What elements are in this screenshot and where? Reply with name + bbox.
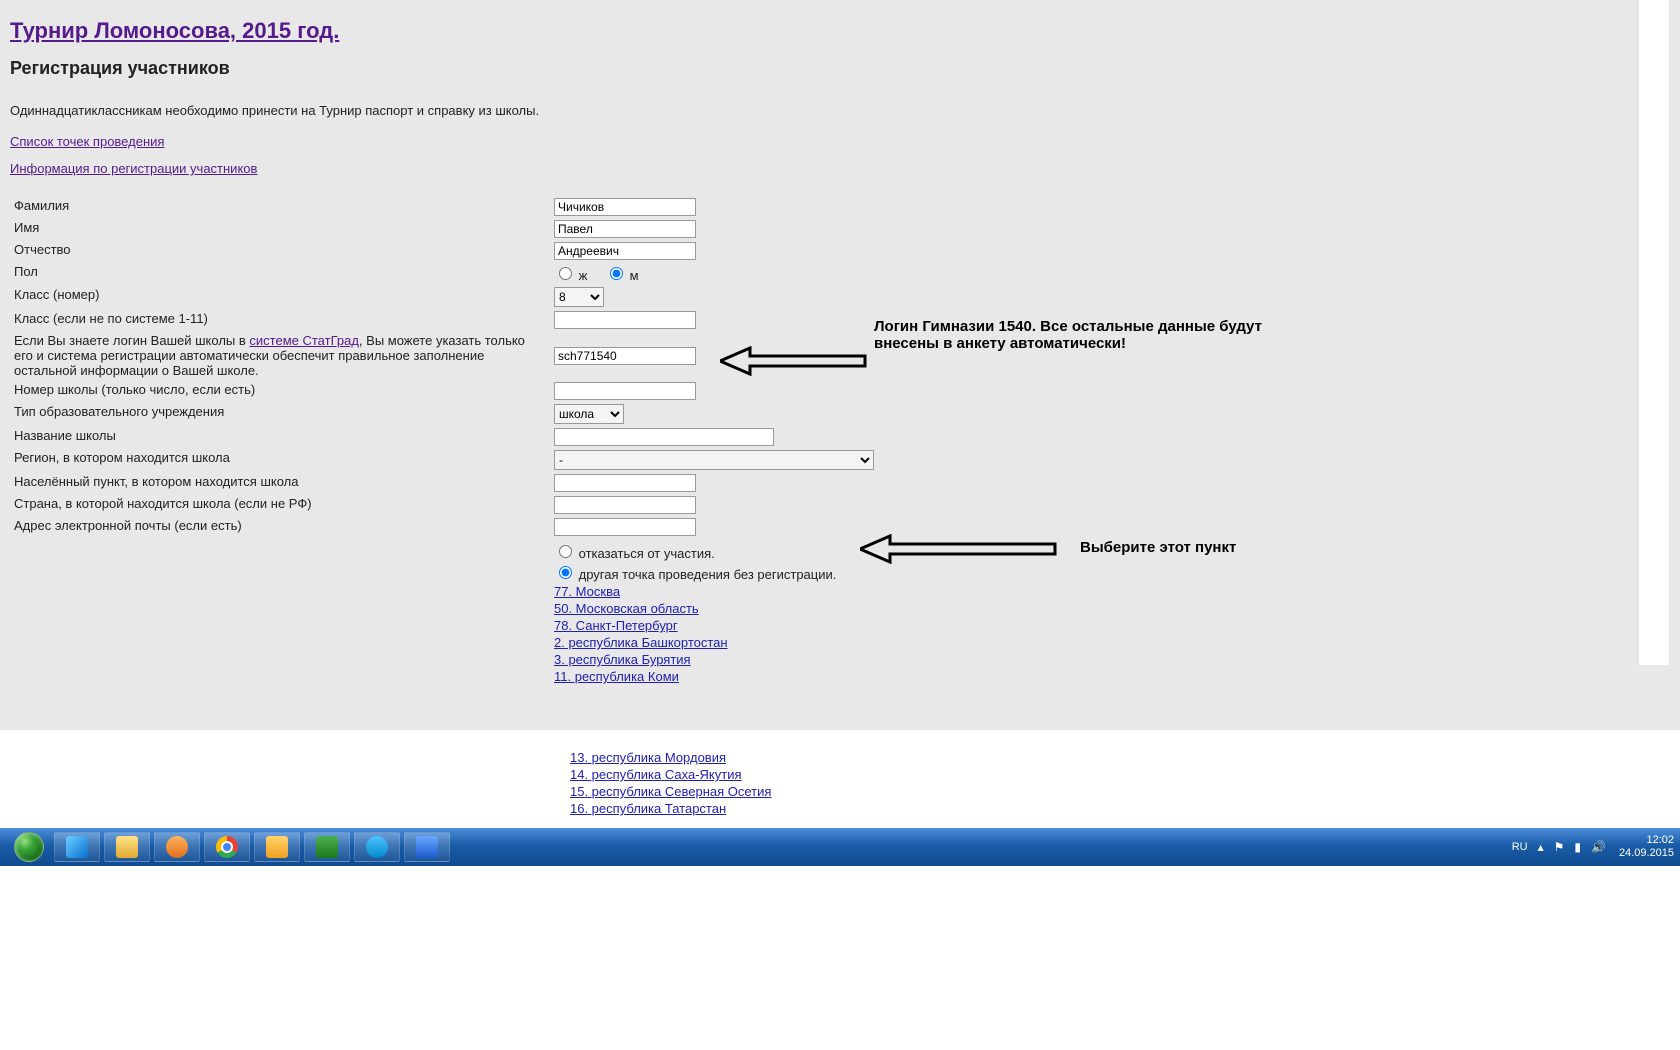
- tray-volume-icon[interactable]: 🔊: [1591, 840, 1606, 854]
- label-patronymic: Отчество: [10, 240, 550, 262]
- label-school-num: Номер школы (только число, если есть): [10, 380, 550, 402]
- select-class[interactable]: 8: [554, 287, 604, 307]
- tray-clock[interactable]: 12:02 24.09.2015: [1619, 834, 1674, 860]
- taskbar-outlook[interactable]: [254, 832, 300, 862]
- input-country[interactable]: [554, 496, 696, 514]
- taskbar-ie[interactable]: [54, 832, 100, 862]
- radio-gender-f[interactable]: [559, 267, 572, 280]
- label-school-type: Тип образовательного учреждения: [10, 402, 550, 426]
- taskbar-skype[interactable]: [354, 832, 400, 862]
- label-gender: Пол: [10, 262, 550, 285]
- label-name: Имя: [10, 218, 550, 240]
- radio-gender-m[interactable]: [610, 267, 623, 280]
- region-link[interactable]: 11. республика Коми: [554, 669, 679, 684]
- radio-refuse[interactable]: [559, 545, 572, 558]
- gender-f-label: ж: [579, 268, 588, 283]
- input-school-login[interactable]: [554, 347, 696, 365]
- start-button[interactable]: [6, 831, 52, 863]
- gender-m-label: м: [630, 268, 639, 283]
- region-link[interactable]: 15. республика Северная Осетия: [570, 784, 771, 799]
- input-email[interactable]: [554, 518, 696, 536]
- tray-flag-icon[interactable]: ⚑: [1554, 840, 1565, 854]
- arrow-left-icon-2: [860, 534, 1060, 564]
- windows-taskbar: RU ▴ ⚑ ▮ 🔊 12:02 24.09.2015: [0, 828, 1680, 866]
- radio-other-point-label: другая точка проведения без регистрации.: [579, 567, 837, 582]
- instruction-note: Одиннадцатиклассникам необходимо принест…: [10, 103, 1670, 118]
- page-title-link: Турнир Ломоносова, 2015 год.: [10, 18, 1670, 44]
- registration-form: Фамилия Имя Отчество Пол ж м Класс (номе…: [10, 196, 950, 688]
- link-statgrad[interactable]: системе СтатГрад: [249, 333, 359, 348]
- region-link[interactable]: 3. республика Бурятия: [554, 652, 691, 667]
- label-login: Если Вы знаете логин Вашей школы в систе…: [10, 331, 550, 380]
- radio-refuse-label: отказаться от участия.: [579, 546, 715, 561]
- select-region[interactable]: -: [554, 450, 874, 470]
- input-name[interactable]: [554, 220, 696, 238]
- input-patronymic[interactable]: [554, 242, 696, 260]
- annotation-login: Логин Гимназии 1540. Все остальные данны…: [874, 318, 1274, 352]
- region-link[interactable]: 2. республика Башкортостан: [554, 635, 728, 650]
- region-links-upper: 77. Москва 50. Московская область 78. Санк…: [554, 584, 946, 684]
- tray-lang[interactable]: RU: [1512, 841, 1528, 853]
- taskbar-explorer[interactable]: [104, 832, 150, 862]
- select-school-type[interactable]: школа: [554, 404, 624, 424]
- region-link[interactable]: 78. Санкт-Петербург: [554, 618, 678, 633]
- arrow-left-icon: [720, 346, 870, 376]
- taskbar-excel[interactable]: [304, 832, 350, 862]
- input-city[interactable]: [554, 474, 696, 492]
- region-link[interactable]: 14. республика Саха-Якутия: [570, 767, 742, 782]
- link-points-list[interactable]: Список точек проведения: [10, 134, 164, 149]
- taskbar-chrome[interactable]: [204, 832, 250, 862]
- region-link[interactable]: 13. республика Мордовия: [570, 750, 726, 765]
- link-registration-info[interactable]: Информация по регистрации участников: [10, 161, 257, 176]
- input-surname[interactable]: [554, 198, 696, 216]
- region-link[interactable]: 77. Москва: [554, 584, 620, 599]
- label-region: Регион, в котором находится школа: [10, 448, 550, 472]
- region-link[interactable]: 50. Московская область: [554, 601, 699, 616]
- region-links-lower: 13. республика Мордовия 14. республика Са…: [570, 742, 1670, 816]
- label-class-num: Класс (номер): [10, 285, 550, 309]
- scrollbar-region: [1639, 0, 1669, 665]
- region-link[interactable]: 16. республика Татарстан: [570, 801, 726, 816]
- label-surname: Фамилия: [10, 196, 550, 218]
- annotation-radio: Выберите этот пункт: [1080, 539, 1236, 556]
- page-subtitle: Регистрация участников: [10, 58, 1670, 79]
- label-city: Населённый пункт, в котором находится шк…: [10, 472, 550, 494]
- taskbar-media[interactable]: [154, 832, 200, 862]
- tournament-title[interactable]: Турнир Ломоносова, 2015 год.: [10, 18, 339, 43]
- radio-other-point[interactable]: [559, 566, 572, 579]
- taskbar-word[interactable]: [404, 832, 450, 862]
- tray-network-icon[interactable]: ▮: [1574, 840, 1581, 854]
- tray-show-hidden-icon[interactable]: ▴: [1538, 840, 1544, 854]
- input-class-alt[interactable]: [554, 311, 696, 329]
- label-class-alt: Класс (если не по системе 1-11): [10, 309, 550, 331]
- label-email: Адрес электронной почты (если есть): [10, 516, 550, 538]
- label-school-name: Название школы: [10, 426, 550, 448]
- label-country: Страна, в которой находится школа (если …: [10, 494, 550, 516]
- input-school-name[interactable]: [554, 428, 774, 446]
- input-school-num[interactable]: [554, 382, 696, 400]
